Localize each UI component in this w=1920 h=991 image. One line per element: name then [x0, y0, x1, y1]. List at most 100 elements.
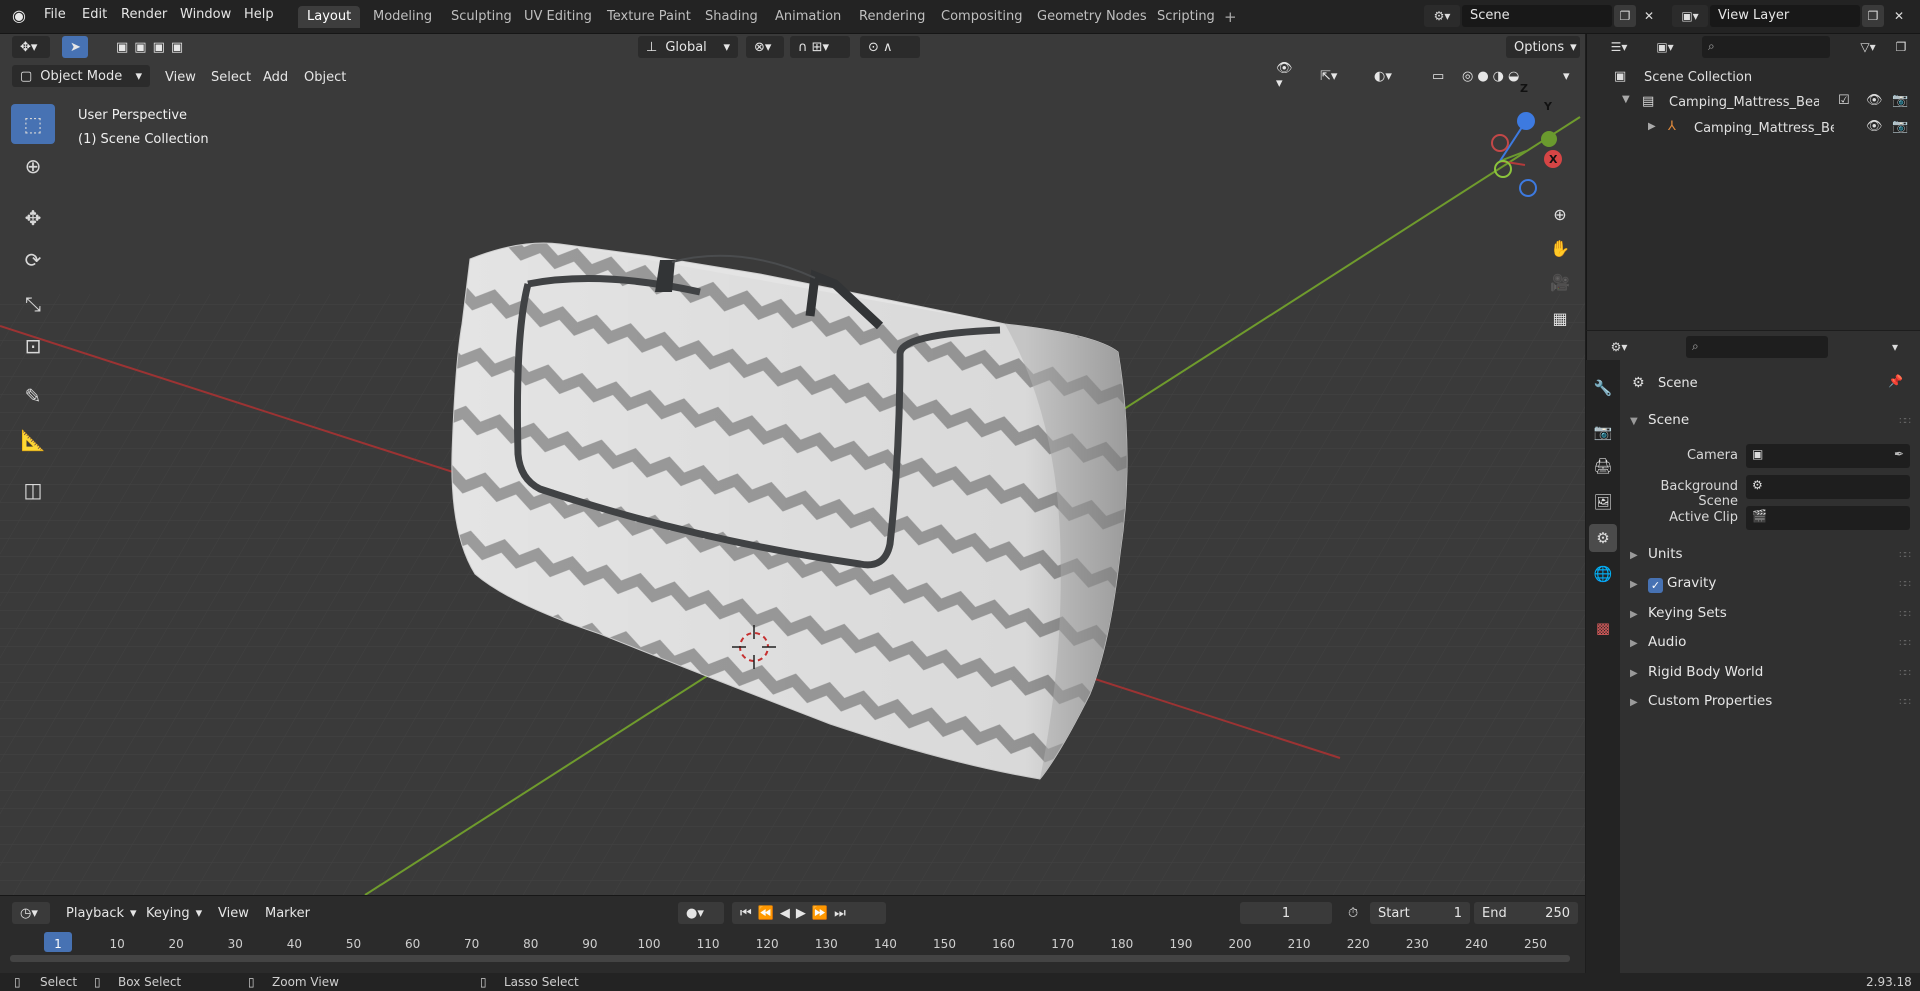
selection-modes-icon[interactable]: ▣▣▣▣ [108, 36, 226, 58]
tab-texture-paint[interactable]: Texture Paint [598, 6, 700, 28]
output-tab-icon[interactable]: 🖨 [1589, 452, 1617, 480]
texture-tab-icon[interactable]: ▩ [1589, 614, 1617, 642]
outliner-search-input[interactable]: ⌕ [1702, 36, 1830, 58]
eyedropper-icon[interactable]: ✒ [1894, 447, 1904, 461]
tab-animation[interactable]: Animation [766, 6, 850, 28]
tab-sculpting[interactable]: Sculpting [442, 6, 521, 28]
pin-icon[interactable]: 📌 [1888, 374, 1903, 388]
scale-tool-icon[interactable]: ⤡ [11, 284, 55, 324]
viewport-menu-select[interactable]: Select [211, 70, 251, 85]
menu-edit[interactable]: Edit [82, 7, 107, 22]
add-workspace-icon[interactable]: + [1224, 8, 1237, 26]
panel-drag-handle[interactable]: ∷∷ [1899, 638, 1911, 649]
gizmo-toggle-icon[interactable]: ⇱▾ [1312, 65, 1360, 87]
cursor-tool-icon[interactable]: ⊕ [11, 146, 55, 186]
eye-icon[interactable]: 👁 [1866, 93, 1883, 108]
timeline-menu-playback[interactable]: Playback ▾ [58, 902, 137, 924]
scene-browse-icon[interactable]: ⚙▾ [1424, 5, 1460, 27]
panel-gravity[interactable]: ▶ ✓ Gravity [1630, 575, 1716, 593]
new-scene-icon[interactable]: ❐ [1614, 5, 1636, 27]
delete-scene-icon[interactable]: ✕ [1638, 5, 1660, 27]
outliner-row-object[interactable]: ▶ ⅄ Camping_Mattress_Beac 👁 📷 [1586, 116, 1920, 140]
3d-viewport[interactable] [0, 34, 1585, 895]
measure-tool-icon[interactable]: 📐 [11, 420, 55, 460]
view-layer-name-field[interactable]: View Layer [1710, 5, 1860, 27]
panel-drag-handle[interactable]: ∷∷ [1899, 579, 1911, 590]
timeline-menu-view[interactable]: View [210, 902, 257, 924]
panel-drag-handle[interactable]: ∷∷ [1899, 668, 1911, 679]
timeline-editor-type-icon[interactable]: ◷▾ [12, 902, 50, 924]
snap-icon[interactable]: ∩ ⊞▾ [790, 36, 850, 58]
pan-hand-icon[interactable]: ✋ [1546, 234, 1574, 262]
stopwatch-icon[interactable]: ⏱ [1340, 902, 1366, 924]
gravity-checkbox[interactable]: ✓ [1648, 578, 1663, 593]
menu-window[interactable]: Window [180, 7, 231, 22]
pivot-point-icon[interactable]: ⊗▾ [746, 36, 784, 58]
world-tab-icon[interactable]: 🌐 [1589, 560, 1617, 588]
view-layer-browse-icon[interactable]: ▣▾ [1672, 5, 1708, 27]
background-scene-field[interactable]: ⚙ [1746, 475, 1910, 499]
disclosure-open-icon[interactable]: ▼ [1622, 94, 1630, 105]
timeline-scrollbar[interactable] [10, 955, 1570, 962]
tool-tab-icon[interactable]: 🔧 [1589, 374, 1617, 402]
end-frame-field[interactable]: End 250 [1474, 902, 1578, 924]
display-mode-icon[interactable]: ▣▾ [1646, 36, 1684, 58]
perspective-toggle-icon[interactable]: ▦ [1546, 304, 1574, 332]
scene-tab-icon[interactable]: ⚙ [1589, 524, 1617, 552]
new-collection-icon[interactable]: ❐ [1890, 36, 1912, 58]
transform-tool-icon[interactable]: ⊡ [11, 326, 55, 366]
active-clip-field[interactable]: 🎬 [1746, 506, 1910, 530]
panel-drag-handle[interactable]: ∷∷ [1899, 550, 1911, 561]
outliner-editor-type-icon[interactable]: ☰▾ [1600, 36, 1638, 58]
menu-help[interactable]: Help [244, 7, 274, 22]
properties-search-input[interactable]: ⌕ [1686, 336, 1828, 358]
menu-file[interactable]: File [44, 7, 66, 22]
transform-orientation-dropdown[interactable]: ⊥ Global ▾ [638, 36, 738, 58]
shading-modes-icon[interactable]: ◎●◑◒ [1454, 65, 1554, 87]
panel-drag-handle[interactable]: ∷∷ [1899, 697, 1911, 708]
tab-shading[interactable]: Shading [696, 6, 767, 28]
timeline-menu-keying[interactable]: Keying ▾ [138, 902, 206, 924]
visibility-icon[interactable]: 👁▾ [1268, 61, 1306, 91]
panel-drag-handle[interactable]: ∷∷ [1899, 416, 1911, 427]
tab-compositing[interactable]: Compositing [932, 6, 1032, 28]
xray-toggle-icon[interactable]: ▭ [1424, 65, 1452, 87]
filter-icon[interactable]: ▽▾ [1852, 36, 1884, 58]
tab-modeling[interactable]: Modeling [364, 6, 441, 28]
proportional-editing-icon[interactable]: ⊙ ∧ [860, 36, 920, 58]
overlay-toggle-icon[interactable]: ◐▾ [1366, 65, 1414, 87]
start-frame-field[interactable]: Start 1 [1370, 902, 1470, 924]
disclosure-closed-icon[interactable]: ▶ [1648, 121, 1656, 132]
gizmo-x-label[interactable]: X [1549, 153, 1557, 166]
select-box-tool-icon[interactable]: ⬚ [11, 104, 55, 144]
outliner-row-scene-collection[interactable]: ▣ Scene Collection [1586, 65, 1920, 89]
scene-name-field[interactable]: Scene [1462, 5, 1612, 27]
panel-scene-header[interactable]: ▼ Scene [1630, 412, 1689, 428]
current-frame-field[interactable]: 1 [1240, 902, 1332, 924]
blender-logo-icon[interactable]: ◉ [12, 6, 26, 25]
add-cube-tool-icon[interactable]: ◫ [11, 470, 55, 510]
zoom-icon[interactable]: ⊕ [1546, 200, 1574, 228]
tab-scripting[interactable]: Scripting [1148, 6, 1224, 28]
tab-rendering[interactable]: Rendering [850, 6, 934, 28]
gizmo-y-label[interactable]: Y [1544, 100, 1552, 113]
panel-units[interactable]: ▶ Units [1630, 546, 1683, 562]
editor-type-icon[interactable]: ✥▾ [12, 36, 50, 58]
view-layer-tab-icon[interactable]: 🖼 [1589, 488, 1617, 516]
delete-view-layer-icon[interactable]: ✕ [1888, 5, 1910, 27]
new-view-layer-icon[interactable]: ❐ [1862, 5, 1884, 27]
tab-layout[interactable]: Layout [298, 6, 361, 28]
outliner-row-collection[interactable]: ▼ ▤ Camping_Mattress_Beach_Bla ☑ 👁 📷 [1586, 90, 1920, 114]
viewport-menu-view[interactable]: View [165, 70, 196, 85]
render-camera-icon[interactable]: 📷 [1892, 93, 1908, 108]
eye-icon[interactable]: 👁 [1866, 119, 1883, 134]
panel-custom-properties[interactable]: ▶ Custom Properties [1630, 693, 1772, 709]
move-tool-icon[interactable]: ✥ [11, 198, 55, 238]
rotate-tool-icon[interactable]: ⟳ [11, 240, 55, 280]
exclude-checkbox-icon[interactable]: ☑ [1838, 93, 1850, 108]
panel-audio[interactable]: ▶ Audio [1630, 634, 1686, 650]
menu-render[interactable]: Render [121, 7, 167, 22]
shading-options-icon[interactable]: ▾ [1555, 65, 1579, 87]
timeline-menu-marker[interactable]: Marker [257, 902, 318, 924]
viewport-menu-object[interactable]: Object [304, 70, 346, 85]
